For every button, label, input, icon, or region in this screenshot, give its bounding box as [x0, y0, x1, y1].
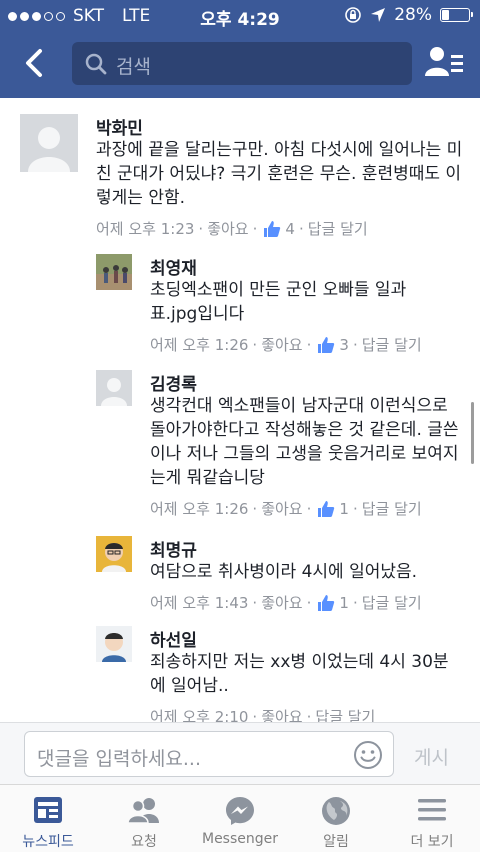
friend-requests-icon	[127, 798, 159, 824]
comment-text: 과장에 끝을 달리는구만. 아침 다섯시에 일어나는 미친 군대가 어딨냐? 극…	[96, 140, 463, 208]
comment-text: 생각컨대 엑소팬들이 남자군대 이런식으로 돌아가야한다고 작성해놓은 것 같은…	[150, 396, 459, 488]
tab-news-feed[interactable]: 뉴스피드	[0, 785, 96, 852]
photo-avatar-icon	[96, 254, 132, 290]
comment-time: 어제 오후 1:26	[150, 500, 249, 518]
like-count: 1	[339, 499, 349, 518]
like-button[interactable]: 좋아요	[261, 334, 302, 355]
avatar[interactable]	[96, 536, 132, 572]
rotation-lock-icon	[345, 7, 362, 23]
comment-author[interactable]: 최영재	[150, 254, 197, 279]
like-count-icon	[264, 220, 281, 237]
comment-author[interactable]: 최명규	[150, 536, 197, 561]
bottom-tab-bar: 뉴스피드 요청 Messenger 알림 더 보기	[0, 784, 480, 852]
friends-list-icon[interactable]	[424, 44, 464, 80]
like-count: 1	[339, 593, 349, 612]
reply-button[interactable]: 답글 달기	[362, 592, 422, 613]
battery-icon	[440, 8, 473, 22]
photo-avatar-icon	[96, 626, 132, 662]
photo-avatar-icon	[96, 536, 132, 572]
post-button[interactable]: 게시	[414, 743, 449, 770]
reply-button[interactable]: 답글 달기	[362, 334, 422, 355]
sticker-icon[interactable]	[353, 740, 383, 770]
search-placeholder: 검색	[116, 56, 151, 78]
comment-time: 어제 오후 1:43	[150, 594, 249, 612]
comment-author[interactable]: 박화민	[96, 114, 143, 139]
avatar[interactable]	[20, 114, 78, 172]
like-count-icon	[318, 500, 335, 517]
status-bar: SKT LTE 오후 4:29 28%	[0, 0, 480, 32]
search-icon	[85, 53, 107, 75]
news-feed-icon	[34, 797, 62, 823]
tab-more[interactable]: 더 보기	[384, 785, 480, 852]
like-button[interactable]: 좋아요	[261, 498, 302, 519]
comment-meta: 어제 오후 1:26 · 좋아요 · 1 · 답글 달기	[150, 498, 422, 519]
tab-messenger[interactable]: Messenger	[192, 785, 288, 852]
comment-text: 죄송하지만 저는 xx병 이었는데 4시 30분에 일어남..	[150, 652, 449, 696]
comment-time: 어제 오후 1:23	[96, 220, 195, 238]
tab-label: 알림	[323, 834, 349, 850]
tab-label: Messenger	[201, 831, 279, 847]
comment-meta: 어제 오후 1:26 · 좋아요 · 3 · 답글 달기	[150, 334, 422, 355]
avatar[interactable]	[96, 370, 132, 406]
comment-meta: 어제 오후 1:43 · 좋아요 · 1 · 답글 달기	[150, 592, 422, 613]
location-arrow-icon	[371, 8, 386, 22]
messenger-icon	[226, 797, 254, 825]
like-button[interactable]: 좋아요	[207, 218, 248, 239]
globe-icon	[322, 797, 350, 825]
comment-input-placeholder: 댓글을 입력하세요...	[37, 748, 201, 770]
comment-author[interactable]: 김경록	[150, 370, 197, 395]
reply-button[interactable]: 답글 달기	[308, 218, 368, 239]
avatar[interactable]	[96, 626, 132, 662]
comment-input[interactable]: 댓글을 입력하세요...	[24, 731, 394, 777]
tab-label: 요청	[131, 834, 157, 850]
scrollbar[interactable]	[471, 402, 474, 464]
like-count-icon	[318, 336, 335, 353]
menu-icon	[418, 799, 446, 821]
default-profile-icon	[96, 370, 132, 406]
comment-text: 여담으로 취사병이라 4시에 일어났음.	[150, 562, 418, 582]
avatar[interactable]	[96, 254, 132, 290]
default-profile-icon	[20, 114, 78, 172]
comment-meta: 어제 오후 1:23 · 좋아요 · 4 · 답글 달기	[96, 218, 368, 239]
like-button[interactable]: 좋아요	[261, 592, 302, 613]
comment-time: 어제 오후 2:10	[150, 708, 249, 722]
search-bar[interactable]: 검색	[72, 42, 412, 85]
comment-author[interactable]: 하선일	[150, 626, 197, 651]
comment-composer: 댓글을 입력하세요... 게시	[0, 722, 480, 784]
like-count-icon	[318, 594, 335, 611]
comment-text: 초딩엑소팬이 만든 군인 오빠들 일과표.jpg입니다	[150, 280, 407, 324]
like-count: 3	[339, 335, 349, 354]
tab-label: 뉴스피드	[22, 834, 74, 850]
battery-percent: 28%	[394, 5, 432, 25]
reply-button[interactable]: 답글 달기	[315, 706, 375, 722]
comment-time: 어제 오후 1:26	[150, 336, 249, 354]
comment-thread: 박화민 과장에 끝을 달리는구만. 아침 다섯시에 일어나는 미친 군대가 어딨…	[0, 98, 480, 722]
reply-button[interactable]: 답글 달기	[362, 498, 422, 519]
comment-meta: 어제 오후 2:10 · 좋아요 · 답글 달기	[150, 706, 375, 723]
like-count: 4	[285, 219, 295, 238]
tab-label: 더 보기	[410, 834, 454, 850]
like-button[interactable]: 좋아요	[261, 706, 302, 722]
tab-notifications[interactable]: 알림	[288, 785, 384, 852]
back-arrow-icon[interactable]	[20, 48, 48, 78]
top-bar: SKT LTE 오후 4:29 28% 검색	[0, 0, 480, 98]
tab-requests[interactable]: 요청	[96, 785, 192, 852]
